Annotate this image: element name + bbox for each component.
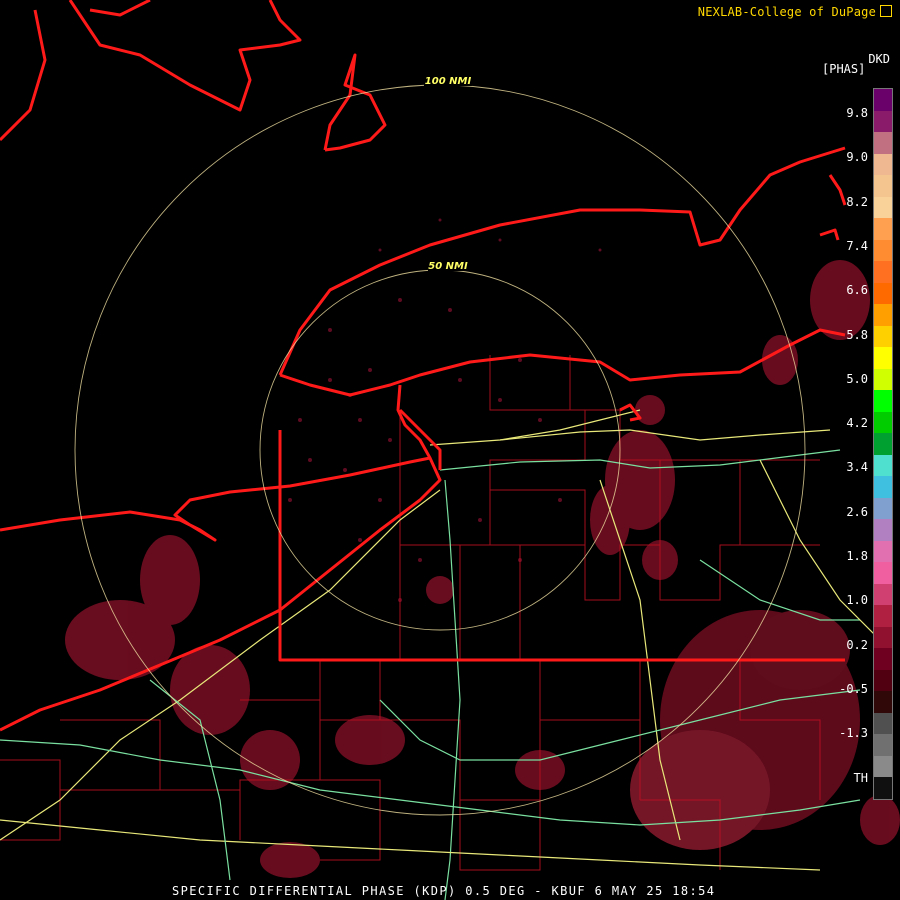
legend-units: [PHAS] [822, 62, 866, 76]
color-scale-segment [874, 691, 892, 713]
color-scale-tick-label: 3.4 [846, 460, 868, 475]
color-scale-segment [874, 433, 892, 455]
color-scale-segment [874, 626, 892, 648]
color-scale-segment [874, 583, 892, 605]
color-scale-tick-label: -0.5 [839, 681, 868, 696]
color-scale-segment [874, 218, 892, 240]
color-scale-segment [874, 196, 892, 218]
color-scale-tick-label: 5.0 [846, 371, 868, 386]
color-scale-segment [874, 712, 892, 734]
color-scale-tick-label: 1.8 [846, 549, 868, 563]
color-scale-segment [874, 347, 892, 369]
color-scale-tick-label: TH [853, 770, 868, 785]
color-scale-tick-label: 4.2 [846, 416, 868, 431]
radar-map: 100 NMI 50 NMI [0, 0, 900, 900]
color-scale-segment [874, 540, 892, 562]
color-scale-tick-label: 9.8 [846, 106, 868, 120]
color-scale-segment [874, 282, 892, 304]
color-scale-segment [874, 132, 892, 154]
color-scale-segment [874, 110, 892, 132]
color-scale-tick-label: 2.6 [846, 504, 868, 519]
color-scale-segment [874, 304, 892, 326]
color-scale-segment [874, 562, 892, 584]
color-scale-tick-label: 7.4 [846, 238, 868, 253]
color-scale-segment [874, 605, 892, 627]
color-scale-segment [874, 368, 892, 390]
color-scale-tick-label: 5.8 [846, 327, 868, 342]
color-scale-bar [873, 88, 893, 800]
color-scale-segment [874, 89, 892, 111]
color-scale-tick-label: -1.3 [839, 726, 868, 741]
color-scale-segment [874, 777, 892, 799]
color-scale-segment [874, 325, 892, 347]
range-ring-50-label: 50 NMI [428, 261, 468, 272]
color-scale-segment [874, 476, 892, 498]
color-scale-segment [874, 390, 892, 412]
color-scale-segment [874, 239, 892, 261]
color-scale-segment [874, 519, 892, 541]
color-scale-tick-label: 8.2 [846, 194, 868, 209]
color-scale-segment [874, 648, 892, 670]
color-scale-segment [874, 411, 892, 433]
color-scale-tick-label: 6.6 [846, 283, 868, 298]
color-scale-segment [874, 755, 892, 777]
color-scale-segment [874, 669, 892, 691]
color-scale-tick-label: 9.0 [846, 150, 868, 165]
color-scale-tick-label: 0.2 [846, 637, 868, 652]
color-scale-segment [874, 153, 892, 175]
range-ring-100-label: 100 NMI [425, 76, 472, 87]
color-scale-segment [874, 261, 892, 283]
credit-text: NEXLAB-College of DuPage [697, 5, 876, 19]
product-caption: SPECIFIC DIFFERENTIAL PHASE (KDP) 0.5 DE… [172, 884, 716, 898]
color-scale-tick-label: 1.0 [846, 593, 868, 608]
logo-icon [880, 5, 892, 17]
color-scale-segment [874, 454, 892, 476]
product-code: DKD [868, 52, 890, 66]
color-scale-segment [874, 175, 892, 197]
credit-label: NEXLAB-College of DuPage [698, 4, 892, 19]
color-scale-segment [874, 734, 892, 756]
color-scale-segment [874, 497, 892, 519]
